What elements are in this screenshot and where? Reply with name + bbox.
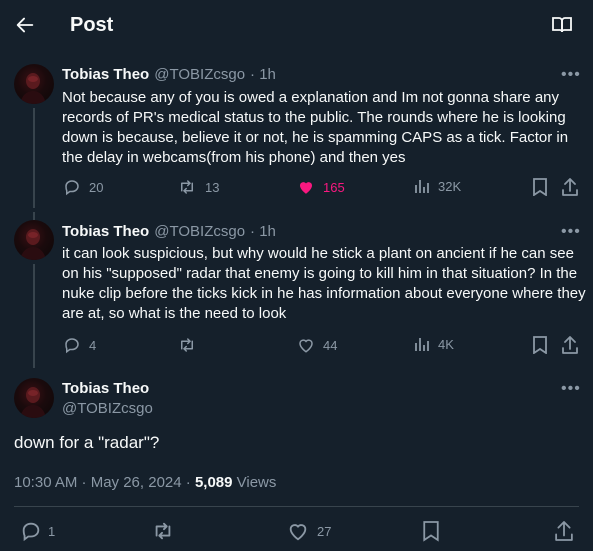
author-handle[interactable]: @TOBIZcsgo [154, 66, 245, 83]
main-post-text: down for a "radar"? [14, 433, 160, 452]
post-text: it can look suspicious, but why would he… [62, 245, 586, 322]
analytics-icon [415, 180, 429, 193]
reply-button[interactable]: 4 [63, 336, 96, 354]
repost-button[interactable] [177, 336, 205, 354]
post-time[interactable]: · 1h [250, 66, 276, 83]
page-title: Post [70, 14, 114, 36]
share-icon [555, 521, 573, 541]
views-label: Views [232, 474, 277, 491]
reply-count: 20 [89, 179, 104, 195]
author-name[interactable]: Tobias Theo [62, 380, 149, 397]
like-count: 44 [323, 337, 338, 353]
like-count: 27 [317, 523, 332, 539]
thread-line [33, 264, 35, 368]
share-button[interactable] [562, 178, 578, 196]
repost-icon [181, 338, 193, 352]
bookmark-button[interactable] [532, 178, 548, 196]
avatar[interactable] [14, 64, 54, 104]
like-count: 165 [323, 179, 345, 195]
bookmark-icon [423, 521, 439, 542]
like-button[interactable]: 44 [297, 336, 337, 354]
book-open-icon [552, 17, 572, 33]
post-timestamp[interactable]: 10:30 AM · May 26, 2024 · [14, 474, 195, 491]
share-icon [562, 336, 578, 354]
bookmark-icon [533, 178, 547, 196]
repost-icon [181, 180, 193, 194]
share-icon [562, 178, 578, 196]
bookmark-button[interactable] [532, 336, 548, 354]
post-text: Not because any of you is owed a explana… [62, 89, 569, 166]
back-button[interactable] [14, 14, 36, 36]
bookmark-button[interactable] [422, 520, 440, 542]
share-button[interactable] [555, 520, 573, 542]
heart-filled-icon [300, 182, 312, 194]
reply-button[interactable]: 1 [20, 520, 55, 542]
author-name[interactable]: Tobias Theo [62, 66, 149, 83]
view-count: 32K [438, 178, 462, 194]
arrow-left-icon [16, 17, 34, 33]
avatar[interactable] [14, 378, 54, 418]
bookmark-icon [533, 336, 547, 354]
view-count: 4K [438, 336, 454, 352]
divider [14, 506, 579, 507]
share-button[interactable] [562, 336, 578, 354]
reader-mode-button[interactable] [552, 16, 572, 34]
views-count: 5,089 [194, 474, 233, 491]
author-handle[interactable]: @TOBIZcsgo [154, 223, 245, 240]
avatar[interactable] [14, 220, 54, 260]
reply-icon [65, 180, 79, 196]
heart-icon [289, 524, 307, 541]
reply-button[interactable]: 20 [63, 178, 103, 196]
more-options-button[interactable]: ••• [561, 224, 581, 240]
thread-line [33, 108, 35, 208]
reply-count: 1 [48, 523, 56, 539]
views-button[interactable]: 4K [414, 336, 454, 352]
views-button[interactable]: 32K [414, 178, 461, 194]
analytics-icon [415, 338, 429, 351]
repost-icon [155, 522, 171, 540]
like-button[interactable]: 27 [287, 520, 331, 542]
reply-icon [65, 338, 79, 354]
like-button[interactable]: 165 [297, 178, 345, 196]
heart-icon [299, 339, 313, 353]
repost-button[interactable]: 13 [177, 178, 219, 196]
reply-icon [22, 522, 40, 542]
repost-count: 13 [205, 179, 220, 195]
more-options-button[interactable]: ••• [561, 381, 581, 397]
post-time[interactable]: · 1h [250, 223, 276, 240]
repost-button[interactable] [151, 520, 183, 542]
reply-count: 4 [89, 337, 97, 353]
author-handle[interactable]: @TOBIZcsgo [62, 400, 153, 417]
more-options-button[interactable]: ••• [561, 67, 581, 83]
thread-line [33, 212, 35, 220]
author-name[interactable]: Tobias Theo [62, 223, 149, 240]
